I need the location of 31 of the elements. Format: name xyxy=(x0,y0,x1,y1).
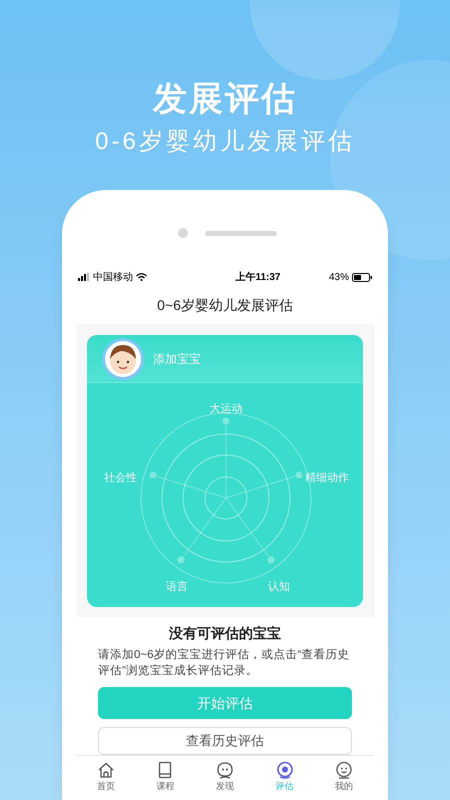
history-button[interactable]: 查看历史评估 xyxy=(98,727,352,755)
empty-title: 没有可评估的宝宝 xyxy=(169,624,281,643)
radar-axis-label: 大运动 xyxy=(210,402,242,417)
wifi-icon xyxy=(136,273,147,281)
carrier-name: 中国移动 xyxy=(93,270,133,284)
empty-message: 请添加0~6岁的宝宝进行评估，或点击“查看历史评估”浏览宝宝成长评估记录。 xyxy=(98,647,350,679)
signal-icon xyxy=(78,273,90,281)
promo-title: 发展评估 xyxy=(153,79,297,120)
tab-bar-item[interactable]: 我的 xyxy=(314,756,374,798)
radar-point xyxy=(296,472,302,478)
face-icon xyxy=(216,760,234,779)
status-time: 上午11:37 xyxy=(235,270,280,284)
speaker-bar xyxy=(205,231,277,236)
smiley-icon xyxy=(335,760,354,779)
radar-point xyxy=(222,418,230,424)
home-icon xyxy=(96,760,115,779)
radar-point xyxy=(150,472,156,478)
tab-bar-item[interactable]: 课程 xyxy=(136,756,196,798)
radar-axis-label: 社会性 xyxy=(104,471,137,486)
battery-percent: 43% xyxy=(328,270,349,284)
radar-axis-label: 语言 xyxy=(166,580,188,595)
tab-bar-item[interactable]: 首页 xyxy=(76,756,136,798)
radar-axis-label: 精细动作 xyxy=(305,471,349,486)
promo-subtitle: 0-6岁婴幼儿发展评估 xyxy=(95,127,355,157)
target-icon xyxy=(276,760,294,779)
nav-title: 0~6岁婴幼儿发展评估 xyxy=(76,286,374,324)
radar-point xyxy=(268,556,274,564)
battery-icon xyxy=(352,272,372,282)
radar-axis-label: 认知 xyxy=(268,580,290,595)
radar-point xyxy=(178,556,184,564)
tab-bar-item[interactable]: 发现 xyxy=(195,756,255,798)
